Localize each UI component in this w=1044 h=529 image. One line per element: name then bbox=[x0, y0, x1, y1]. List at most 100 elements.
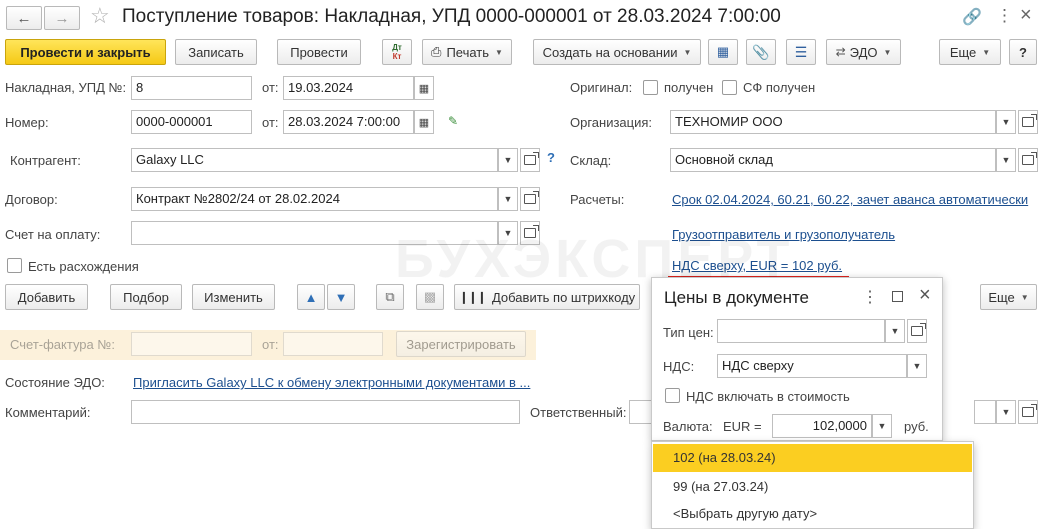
warehouse-dropdown-button[interactable]: ▼ bbox=[996, 148, 1016, 172]
register-button[interactable]: Зарегистрировать bbox=[396, 331, 526, 357]
move-up-button[interactable]: ▲ bbox=[297, 284, 325, 310]
save-label: Записать bbox=[188, 44, 244, 60]
chevron-down-icon: ▼ bbox=[883, 47, 892, 57]
responsible-dropdown-button[interactable]: ▼ bbox=[996, 400, 1016, 424]
structure-button[interactable]: ▦ bbox=[708, 39, 738, 65]
price-type-dropdown-button[interactable]: ▼ bbox=[885, 319, 905, 343]
open-icon bbox=[1022, 404, 1037, 417]
rate-dropdown-button[interactable]: ▼ bbox=[872, 414, 892, 438]
question-icon[interactable]: ? bbox=[547, 150, 555, 165]
rate-field[interactable]: 102,0000 bbox=[772, 414, 872, 438]
organization-field[interactable]: ТЕХНОМИР ООО bbox=[670, 110, 996, 134]
chevron-down-icon: ▼ bbox=[1020, 292, 1029, 302]
sf-received-label: СФ получен bbox=[743, 80, 816, 95]
save-button[interactable]: Записать bbox=[175, 39, 257, 65]
responsible-open-button[interactable] bbox=[1018, 400, 1038, 424]
number-field[interactable]: 0000-000001 bbox=[131, 110, 252, 134]
warehouse-field[interactable]: Основной склад bbox=[670, 148, 996, 172]
number-label: Номер: bbox=[5, 115, 49, 130]
add-by-barcode-label: Добавить по штрихкоду bbox=[491, 289, 636, 305]
attach-button[interactable]: 📎 bbox=[746, 39, 776, 65]
dialog-title: Цены в документе bbox=[664, 288, 810, 307]
sf-from-label: от: bbox=[262, 337, 279, 352]
calendar-button[interactable]: ▦ bbox=[414, 110, 434, 134]
move-down-button[interactable]: ▼ bbox=[327, 284, 355, 310]
comment-label: Комментарий: bbox=[5, 405, 91, 420]
edo-button[interactable]: ⇄ ЭДО ▼ bbox=[826, 39, 901, 65]
contract-dropdown-button[interactable]: ▼ bbox=[498, 187, 518, 211]
invoice-date-field[interactable]: 19.03.2024 bbox=[283, 76, 414, 100]
settlements-label: Расчеты: bbox=[570, 192, 625, 207]
number-date-field[interactable]: 28.03.2024 7:00:00 bbox=[283, 110, 414, 134]
contract-open-button[interactable] bbox=[520, 187, 540, 211]
favorite-star-icon[interactable]: ☆ bbox=[90, 3, 110, 29]
chevron-down-icon: ▼ bbox=[503, 194, 513, 204]
choose-other-date-option[interactable]: <Выбрать другую дату> bbox=[653, 500, 972, 528]
post-and-close-button[interactable]: Провести и закрыть bbox=[5, 39, 166, 65]
print-button[interactable]: ⎙ Печать ▼ bbox=[422, 39, 512, 65]
dialog-close-icon[interactable]: × bbox=[919, 284, 931, 307]
more-button[interactable]: Еще ▼ bbox=[939, 39, 1001, 65]
pick-button[interactable]: Подбор bbox=[110, 284, 182, 310]
organization-open-button[interactable] bbox=[1018, 110, 1038, 134]
copy-row-button[interactable]: ⧉ bbox=[376, 284, 404, 310]
edo-invite-link[interactable]: Пригласить Galaxy LLC к обмену электронн… bbox=[133, 375, 530, 390]
arrow-left-icon: ← bbox=[16, 9, 32, 27]
create-based-on-button[interactable]: Создать на основании ▼ bbox=[533, 39, 701, 65]
dialog-more-icon[interactable]: ⋮ bbox=[862, 287, 878, 307]
add-row-button[interactable]: Добавить bbox=[5, 284, 88, 310]
chevron-down-icon: ▼ bbox=[1001, 155, 1011, 165]
received-checkbox[interactable] bbox=[643, 80, 658, 95]
contractor-field[interactable]: Galaxy LLC bbox=[131, 148, 498, 172]
back-button[interactable]: ← bbox=[6, 6, 42, 30]
link-icon[interactable]: 🔗 bbox=[962, 7, 982, 27]
chevron-down-icon: ▼ bbox=[890, 326, 900, 336]
change-button[interactable]: Изменить bbox=[192, 284, 275, 310]
journal-button[interactable]: ☰ bbox=[786, 39, 816, 65]
rate-option-selected[interactable]: 102 (на 28.03.24) bbox=[653, 444, 972, 472]
forward-button[interactable]: → bbox=[44, 6, 80, 30]
invoice-number-field[interactable]: 8 bbox=[131, 76, 252, 100]
rate-option[interactable]: 99 (на 27.03.24) bbox=[653, 473, 972, 501]
sf-date-field[interactable] bbox=[283, 332, 383, 356]
dialog-maximize-icon[interactable] bbox=[892, 291, 903, 302]
comment-field[interactable] bbox=[131, 400, 520, 424]
vat-include-checkbox[interactable] bbox=[665, 388, 680, 403]
discrepancy-checkbox[interactable] bbox=[7, 258, 22, 273]
warehouse-open-button[interactable] bbox=[1018, 148, 1038, 172]
arrow-down-icon: ▼ bbox=[334, 289, 348, 305]
calendar-button[interactable]: ▦ bbox=[414, 76, 434, 100]
paste-button[interactable]: ▩ bbox=[416, 284, 444, 310]
invoice-number-label: Накладная, УПД №: bbox=[5, 80, 127, 95]
printer-icon: ⎙ bbox=[431, 44, 442, 59]
responsible-field-right[interactable] bbox=[974, 400, 996, 424]
dt-kt-button[interactable]: Дт Кт bbox=[382, 39, 412, 65]
contractor-open-button[interactable] bbox=[520, 148, 540, 172]
table-more-button[interactable]: Еще ▼ bbox=[980, 284, 1037, 310]
contractor-dropdown-button[interactable]: ▼ bbox=[498, 148, 518, 172]
dt-label: Дт bbox=[392, 43, 402, 52]
contract-field[interactable]: Контракт №2802/24 от 28.02.2024 bbox=[131, 187, 498, 211]
create-based-on-label: Создать на основании bbox=[542, 44, 678, 60]
vat-field[interactable]: НДС сверху bbox=[717, 354, 907, 378]
post-button[interactable]: Провести bbox=[277, 39, 361, 65]
sf-number-field[interactable] bbox=[131, 332, 252, 356]
chevron-down-icon: ▼ bbox=[912, 361, 922, 371]
vat-dropdown-button[interactable]: ▼ bbox=[907, 354, 927, 378]
discrepancy-label: Есть расхождения bbox=[28, 259, 139, 274]
price-type-field[interactable] bbox=[717, 319, 885, 343]
help-button[interactable]: ? bbox=[1009, 39, 1037, 65]
payment-account-label: Счет на оплату: bbox=[5, 227, 101, 242]
chevron-down-icon: ▼ bbox=[1001, 117, 1011, 127]
sf-received-checkbox[interactable] bbox=[722, 80, 737, 95]
organization-dropdown-button[interactable]: ▼ bbox=[996, 110, 1016, 134]
add-by-barcode-button[interactable]: ❙❙❙ Добавить по штрихкоду bbox=[454, 284, 640, 310]
price-type-open-button[interactable] bbox=[907, 319, 927, 343]
more-vertical-icon[interactable]: ⋮ bbox=[996, 6, 1013, 26]
close-window-icon[interactable]: × bbox=[1020, 4, 1032, 27]
edit-check-icon[interactable]: ✎ bbox=[448, 114, 458, 128]
price-type-label: Тип цен: bbox=[663, 325, 714, 340]
edo-label: ЭДО bbox=[849, 44, 878, 60]
calendar-icon: ▦ bbox=[418, 116, 430, 129]
settlements-link[interactable]: Срок 02.04.2024, 60.21, 60.22, зачет ава… bbox=[672, 192, 1028, 207]
